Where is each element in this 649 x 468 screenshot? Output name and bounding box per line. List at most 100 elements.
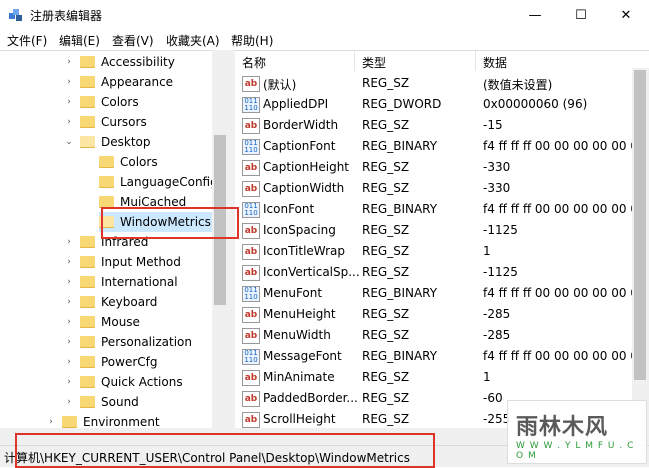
chevron-right-icon[interactable]: › [64, 397, 74, 407]
folder-icon [80, 116, 95, 128]
value-row[interactable]: ab CaptionHeight REG_SZ -330 [235, 157, 649, 178]
tree-item-label: Mouse [101, 315, 140, 329]
tree-item[interactable]: › Quick Actions [64, 372, 183, 392]
tree-item-label: Quick Actions [101, 375, 183, 389]
column-header-type[interactable]: 类型 [362, 54, 386, 71]
value-row[interactable]: ab MenuHeight REG_SZ -285 [235, 304, 649, 325]
tree-item-desktop[interactable]: ⌄ Desktop [64, 132, 150, 152]
binary-value-icon: 011 110 [242, 139, 260, 155]
column-divider[interactable] [475, 51, 476, 71]
column-divider[interactable] [354, 51, 355, 71]
tree-item[interactable]: Colors [99, 152, 158, 172]
string-value-icon: ab [242, 265, 260, 281]
folder-icon [80, 76, 95, 88]
folder-icon [80, 56, 95, 68]
menu-view[interactable]: 查看(V) [112, 32, 154, 49]
tree-item[interactable]: › Sound [64, 392, 139, 412]
chevron-right-icon[interactable]: › [64, 297, 74, 307]
chevron-right-icon[interactable]: › [64, 117, 74, 127]
tree-item[interactable]: › Mouse [64, 312, 140, 332]
value-data: f4 ff ff ff 00 00 00 00 00 00 [483, 286, 646, 300]
string-value-icon: ab [242, 160, 260, 176]
tree-item[interactable]: › Environment [46, 412, 159, 429]
tree-item[interactable]: › Appearance [64, 72, 173, 92]
tree-item[interactable]: › PowerCfg [64, 352, 157, 372]
chevron-right-icon[interactable]: › [64, 277, 74, 287]
chevron-right-icon[interactable]: › [64, 317, 74, 327]
value-name: PaddedBorder... [263, 391, 358, 405]
key-tree[interactable]: › Accessibility › Appearance › Colors › Curs… [0, 50, 229, 429]
string-value-icon: ab [242, 223, 260, 239]
folder-icon [62, 416, 77, 428]
folder-icon [80, 336, 95, 348]
chevron-right-icon[interactable]: › [64, 357, 74, 367]
chevron-down-icon[interactable]: ⌄ [64, 137, 74, 147]
tree-item[interactable]: › Keyboard [64, 292, 157, 312]
value-row[interactable]: 011 110 MessageFont REG_BINARY f4 ff ff ff … [235, 346, 649, 367]
value-row[interactable]: ab BorderWidth REG_SZ -15 [235, 115, 649, 136]
value-name: CaptionWidth [263, 181, 345, 195]
value-data: -285 [483, 328, 511, 342]
value-row[interactable]: ab IconVerticalSp... REG_SZ -1125 [235, 262, 649, 283]
chevron-right-icon[interactable]: › [64, 257, 74, 267]
tree-item[interactable]: › Colors [64, 92, 138, 112]
value-row[interactable]: 011 110 AppliedDPI REG_DWORD 0x00000060 (96… [235, 94, 649, 115]
column-header-data[interactable]: 数据 [483, 54, 507, 71]
folder-icon [80, 276, 95, 288]
column-header-name[interactable]: 名称 [242, 54, 266, 71]
value-row[interactable]: 011 110 IconFont REG_BINARY f4 ff ff ff 00 … [235, 199, 649, 220]
menu-favorites[interactable]: 收藏夹(A) [166, 32, 220, 49]
annotation-box-path [15, 433, 435, 468]
folder-icon [80, 256, 95, 268]
value-data: -1125 [483, 265, 518, 279]
value-data: 0x00000060 (96) [483, 97, 588, 111]
value-name: MenuFont [263, 286, 323, 300]
tree-item[interactable]: LanguageConfig [99, 172, 218, 192]
chevron-right-icon[interactable]: › [64, 337, 74, 347]
value-type: REG_BINARY [362, 286, 438, 300]
folder-icon [80, 356, 95, 368]
list-scroll-thumb[interactable] [634, 70, 646, 380]
menu-help[interactable]: 帮助(H) [231, 32, 273, 49]
chevron-right-icon[interactable]: › [64, 377, 74, 387]
value-list[interactable]: 名称 类型 数据 ab (默认) REG_SZ (数值未设置) 011 110 Appli… [235, 50, 649, 429]
value-data: -330 [483, 181, 511, 195]
value-row[interactable]: 011 110 MenuFont REG_BINARY f4 ff ff ff 00 … [235, 283, 649, 304]
tree-item[interactable]: › Input Method [64, 252, 181, 272]
value-type: REG_BINARY [362, 349, 438, 363]
value-row[interactable]: ab IconSpacing REG_SZ -1125 [235, 220, 649, 241]
menu-edit[interactable]: 编辑(E) [59, 32, 100, 49]
value-row[interactable]: ab MenuWidth REG_SZ -285 [235, 325, 649, 346]
minimize-button[interactable]: — [512, 0, 558, 30]
chevron-right-icon[interactable]: › [64, 97, 74, 107]
chevron-right-icon[interactable]: › [64, 57, 74, 67]
value-type: REG_SZ [362, 244, 410, 258]
tree-item[interactable]: › Personalization [64, 332, 192, 352]
value-row[interactable]: 011 110 CaptionFont REG_BINARY f4 ff ff ff … [235, 136, 649, 157]
folder-icon [80, 96, 95, 108]
chevron-right-icon[interactable]: › [64, 237, 74, 247]
value-row[interactable]: ab MinAnimate REG_SZ 1 [235, 367, 649, 388]
watermark-logo: 雨林木风 W W W . Y L M F U . C O M [507, 400, 647, 464]
folder-icon [99, 156, 114, 168]
value-data: -15 [483, 118, 503, 132]
value-row[interactable]: ab (默认) REG_SZ (数值未设置) [235, 73, 649, 94]
value-name: IconTitleWrap [263, 244, 346, 258]
value-row[interactable]: ab CaptionWidth REG_SZ -330 [235, 178, 649, 199]
tree-item[interactable]: › Accessibility [64, 52, 175, 72]
value-name: AppliedDPI [263, 97, 329, 111]
value-type: REG_SZ [362, 265, 410, 279]
value-name: BorderWidth [263, 118, 339, 132]
binary-value-icon: 011 110 [242, 202, 260, 218]
value-row[interactable]: ab IconTitleWrap REG_SZ 1 [235, 241, 649, 262]
menu-file[interactable]: 文件(F) [7, 32, 47, 49]
chevron-right-icon[interactable]: › [64, 77, 74, 87]
open-folder-icon [80, 136, 95, 148]
close-button[interactable]: ✕ [603, 0, 649, 30]
maximize-button[interactable]: ☐ [558, 0, 604, 30]
tree-item[interactable]: › Cursors [64, 112, 147, 132]
chevron-right-icon[interactable]: › [46, 417, 56, 427]
tree-item[interactable]: › International [64, 272, 177, 292]
tree-item-label: Personalization [101, 335, 192, 349]
value-type: REG_SZ [362, 328, 410, 342]
